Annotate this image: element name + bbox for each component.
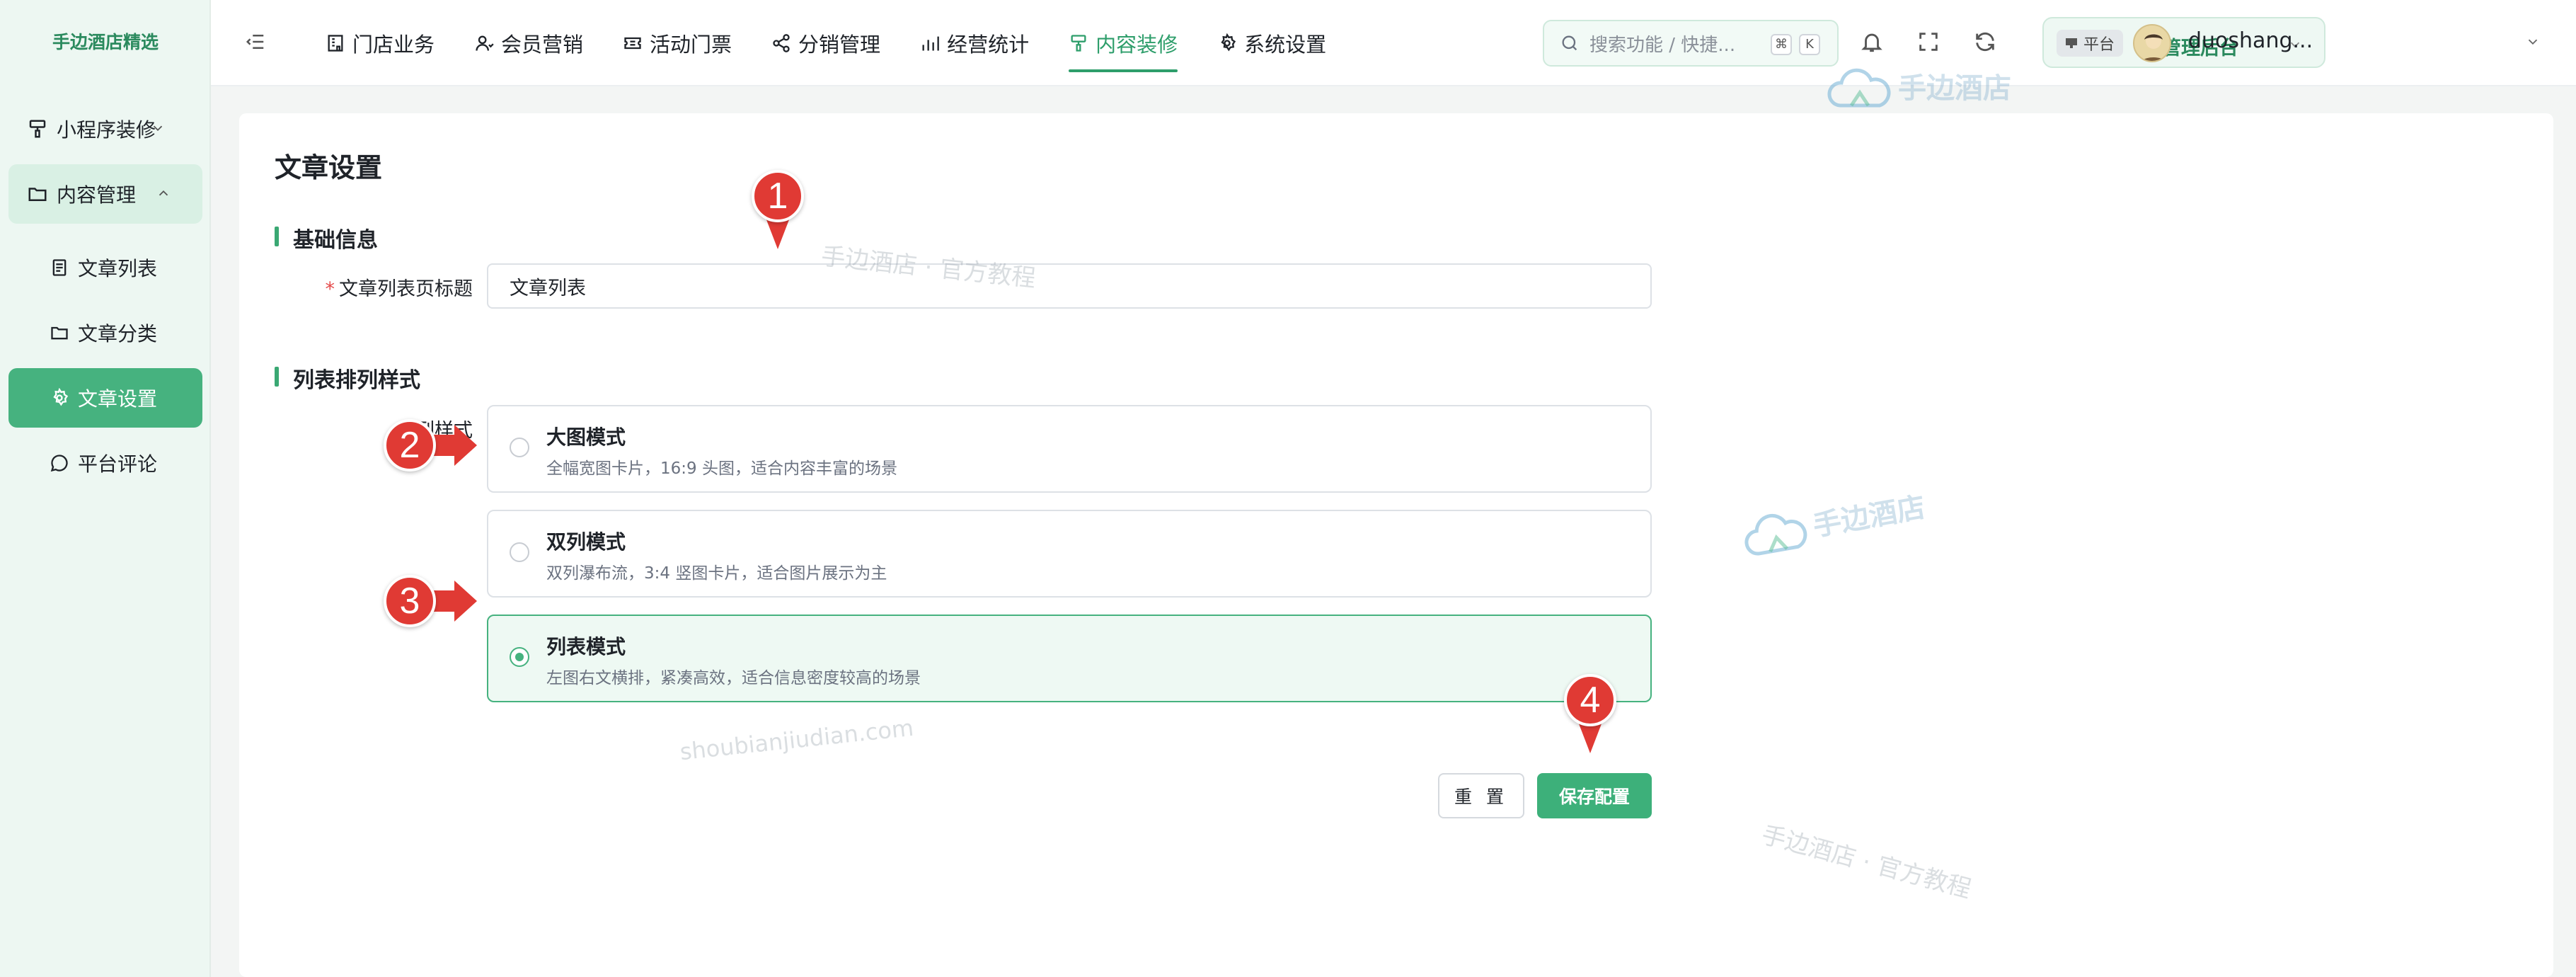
document-icon: [52, 259, 67, 276]
nav-store-business[interactable]: 门店业务: [326, 0, 435, 86]
annotation-badge: 2: [384, 419, 436, 472]
nav-label: 内容装修: [1096, 33, 1178, 57]
nav-label: 经营统计: [947, 33, 1030, 57]
nav-content-decoration[interactable]: 内容装修: [1069, 0, 1178, 86]
nav-system-settings[interactable]: 系统设置: [1217, 0, 1326, 86]
nav-statistics[interactable]: 经营统计: [920, 0, 1029, 86]
platform-tag-label: 平台: [2083, 36, 2115, 54]
shortcut-key-k: K: [1799, 34, 1820, 55]
option-description: 双列瀑布流，3:4 竖图卡片，适合图片展示为主: [546, 564, 887, 583]
store-icon: [328, 35, 343, 52]
radio-large-image[interactable]: [510, 438, 529, 457]
shortcut-key-cmd: ⌘: [1771, 34, 1792, 55]
refresh-icon[interactable]: [1973, 30, 1997, 54]
annotation-badge: 3: [384, 575, 436, 627]
sidebar-item-article-list[interactable]: 文章列表: [8, 238, 202, 297]
nav-label: 分销管理: [798, 33, 881, 57]
gear-icon: [1221, 33, 1236, 52]
sidebar-item-platform-comments[interactable]: 平台评论: [8, 433, 202, 493]
gear-icon: [53, 388, 69, 406]
search-icon: [1562, 35, 1577, 51]
option-title: 列表模式: [546, 635, 626, 658]
nav-event-tickets[interactable]: 活动门票: [623, 0, 732, 86]
member-icon: [476, 35, 494, 51]
sidebar-group-label: 小程序装修: [57, 118, 156, 142]
option-title: 大图模式: [546, 425, 626, 449]
nav-label: 会员营销: [501, 33, 584, 57]
save-config-button[interactable]: 保存配置: [1537, 773, 1652, 818]
option-title: 双列模式: [546, 530, 626, 554]
comment-icon: [50, 455, 68, 472]
topbar: 门店业务 会员营销 活动门票 分销管理 经营统计 内容装修 系统设置 搜索功能 …: [211, 0, 2576, 86]
annotation-badge: 1: [752, 170, 804, 222]
platform-tag: 平台: [2057, 30, 2124, 57]
collapse-menu-icon[interactable]: [245, 31, 266, 52]
nav-distribution[interactable]: 分销管理: [771, 0, 880, 86]
chevron-up-icon: [159, 190, 168, 196]
sidebar-item-label: 文章设置: [78, 387, 158, 411]
share-icon: [773, 34, 790, 52]
sidebar: 手边酒店精选 小程序装修 内容管理 文章列表 文章分类 文章设置 平台评论: [0, 0, 211, 977]
sidebar-item-article-category[interactable]: 文章分类: [8, 303, 202, 362]
fullscreen-icon[interactable]: [1916, 30, 1940, 54]
list-title-value: 文章列表: [510, 277, 586, 299]
sidebar-item-article-settings[interactable]: 文章设置: [8, 368, 202, 428]
nav-label: 系统设置: [1244, 33, 1327, 57]
brand-title: 手边酒店精选: [52, 32, 159, 52]
monitor-icon: [2066, 38, 2077, 48]
section-title-basic: 基础信息: [275, 222, 378, 253]
nav-label: 门店业务: [352, 33, 435, 57]
sidebar-item-label: 平台评论: [78, 452, 158, 476]
section-title-layout: 列表排列样式: [275, 362, 420, 394]
main-panel: 文章设置 基础信息 * 文章列表页标题 文章列表 列表排列样式 列样式 大图模式 …: [239, 113, 2553, 977]
sidebar-group-content[interactable]: 内容管理: [8, 164, 202, 224]
avatar[interactable]: [2133, 24, 2171, 62]
layout-option-double-column[interactable]: 双列模式 双列瀑布流，3:4 竖图卡片，适合图片展示为主: [487, 510, 1652, 598]
layout-option-large-image[interactable]: 大图模式 全幅宽图卡片，16:9 头图，适合内容丰富的场景: [487, 405, 1652, 493]
list-title-label: * 文章列表页标题: [325, 278, 473, 300]
bell-icon[interactable]: [1860, 30, 1884, 54]
sidebar-item-label: 文章列表: [78, 257, 158, 280]
search-placeholder: 搜索功能 / 快捷...: [1589, 34, 1736, 56]
required-mark: *: [325, 278, 335, 300]
chevron-down-icon[interactable]: [2525, 34, 2541, 50]
folder-icon: [51, 326, 68, 340]
sidebar-item-label: 文章分类: [78, 322, 158, 345]
nav-member-marketing[interactable]: 会员营销: [474, 0, 583, 86]
annotation-badge: 4: [1564, 674, 1616, 726]
ticket-icon: [624, 37, 641, 50]
option-description: 左图右文横排，紧凑高效，适合信息密度较高的场景: [546, 669, 921, 687]
option-description: 全幅宽图卡片，16:9 头图，适合内容丰富的场景: [546, 459, 897, 478]
radio-double-column[interactable]: [510, 542, 529, 562]
layout-option-list[interactable]: 列表模式 左图右文横排，紧凑高效，适合信息密度较高的场景: [487, 615, 1652, 702]
top-nav: 门店业务 会员营销 活动门票 分销管理 经营统计 内容装修 系统设置: [326, 0, 1366, 86]
username[interactable]: duoshang...: [2188, 28, 2313, 53]
sidebar-group-miniprogram[interactable]: 小程序装修: [8, 99, 202, 159]
brush-icon: [29, 120, 46, 138]
search-input[interactable]: 搜索功能 / 快捷... ⌘ K: [1543, 20, 1839, 67]
list-title-input[interactable]: 文章列表: [487, 263, 1652, 309]
radio-list[interactable]: [510, 647, 529, 667]
brush-icon: [1071, 35, 1086, 52]
cloud-logo-icon: [1827, 68, 1891, 108]
nav-label: 活动门票: [650, 33, 732, 57]
reset-button[interactable]: 重 置: [1438, 773, 1524, 818]
page-title: 文章设置: [275, 152, 383, 183]
watermark-logo-top: 手边酒店: [1826, 65, 2011, 113]
sidebar-group-label: 内容管理: [57, 183, 137, 207]
chevron-down-icon: [153, 125, 163, 132]
folder-icon: [28, 188, 47, 201]
bar-chart-icon: [922, 36, 939, 51]
